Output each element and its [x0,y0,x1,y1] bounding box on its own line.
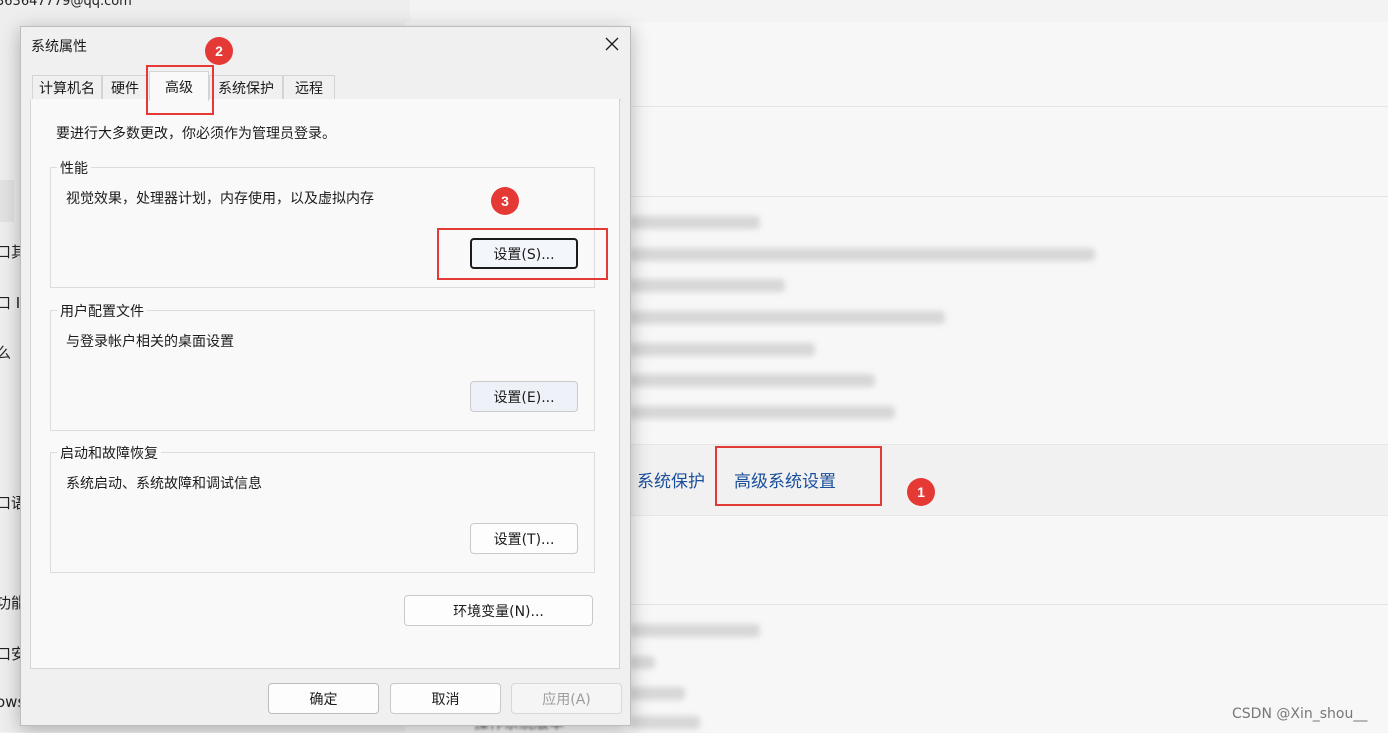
system-protection-link[interactable]: 系统保护 [637,467,705,492]
redacted-version [630,656,655,669]
startup-recovery-description: 系统启动、系统故障和调试信息 [66,476,262,492]
redacted-edition [630,624,760,637]
annotation-badge: 3 [491,187,519,215]
tab-hardware[interactable]: 硬件 [102,75,148,100]
tab-computer-name[interactable]: 计算机名 [32,75,102,100]
account-email: 363647779@qq.com [0,0,132,9]
redacted-system-type [630,374,875,387]
tab-remote[interactable]: 远程 [283,75,335,100]
ok-button[interactable]: 确定 [268,683,379,714]
annotation-highlight-advanced-link [715,446,882,506]
divider [620,604,1388,605]
annotation-badge: 2 [205,37,233,65]
startup-recovery-settings-button[interactable]: 设置(T)... [470,523,578,554]
redacted-build [630,716,700,729]
system-properties-dialog: 系统属性 计算机名 硬件 高级 系统保护 远程 要进行大多数更改，你必须作为管理… [20,26,631,726]
close-icon[interactable] [599,31,625,57]
user-profiles-group-title: 用户配置文件 [57,301,147,321]
divider [620,196,1388,197]
user-profiles-settings-button[interactable]: 设置(E)... [470,381,578,412]
startup-recovery-group: 启动和故障恢复 系统启动、系统故障和调试信息 设置(T)... [50,443,595,573]
apply-button[interactable]: 应用(A) [511,683,622,714]
cancel-button[interactable]: 取消 [390,683,501,714]
tab-system-protection[interactable]: 系统保护 [209,75,283,100]
tab-advanced[interactable]: 高级 [149,71,209,101]
redacted-device-name [630,216,760,229]
dialog-title: 系统属性 [31,39,87,55]
redacted-ram [630,279,785,292]
watermark: CSDN @Xin_shou__ [1232,706,1368,722]
annotation-badge: 1 [907,478,935,506]
user-profiles-description: 与登录帐户相关的桌面设置 [66,334,234,350]
performance-description: 视觉效果，处理器计划，内存使用，以及虚拟内存 [66,191,374,207]
user-profiles-group: 用户配置文件 与登录帐户相关的桌面设置 设置(E)... [50,301,595,431]
nav-selection-indicator [0,180,14,222]
redacted-device-id [630,311,945,324]
redacted-product-id [630,343,815,356]
annotation-highlight-performance-settings [437,228,608,280]
admin-note: 要进行大多数更改，你必须作为管理员登录。 [56,126,336,142]
redacted-install-date [630,687,685,700]
advanced-tab-panel: 要进行大多数更改，你必须作为管理员登录。 性能 视觉效果，处理器计划，内存使用，… [30,99,620,669]
environment-variables-button[interactable]: 环境变量(N)... [404,595,593,626]
performance-group-title: 性能 [57,158,91,178]
redacted-processor [630,248,1095,261]
redacted-pen-touch [630,406,895,419]
startup-recovery-group-title: 启动和故障恢复 [57,443,161,463]
nav-item-fragment[interactable]: 么 [0,342,11,363]
divider [620,106,1388,107]
